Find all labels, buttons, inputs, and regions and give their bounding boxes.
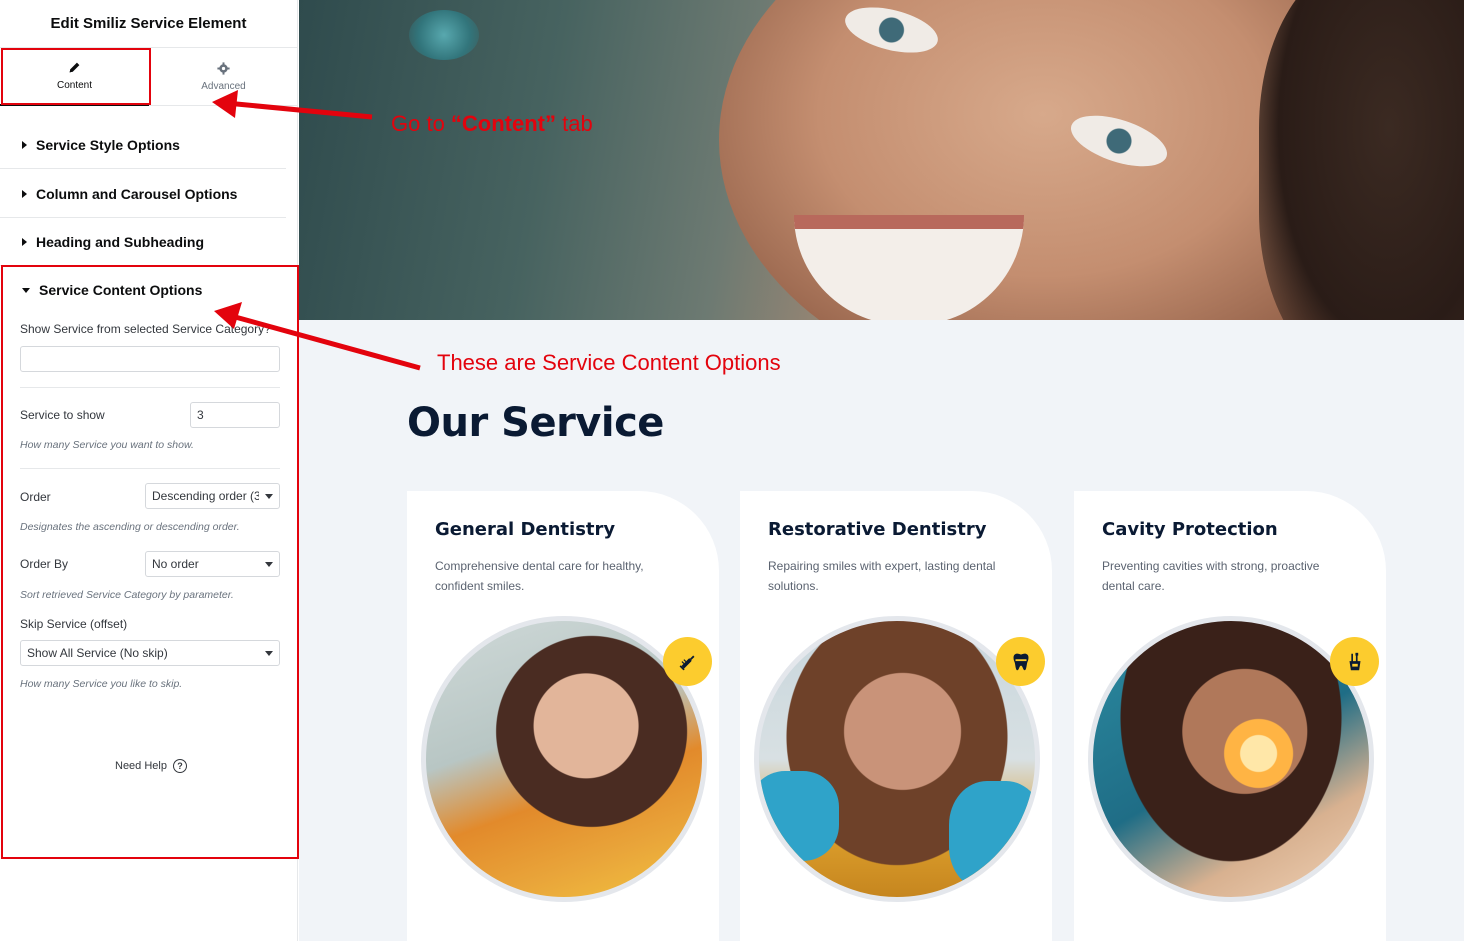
category-label: Show Service from selected Service Categ… <box>20 322 271 336</box>
section-service-content-options[interactable]: Service Content Options <box>0 266 286 314</box>
glove-left <box>759 771 839 861</box>
screen: Edit Smiliz Service Element Content Adva… <box>0 0 1464 941</box>
skip-label: Skip Service (offset) <box>20 617 128 631</box>
content-options-annotation: These are Service Content Options <box>437 350 781 375</box>
order-help: Designates the ascending or descending o… <box>20 521 240 533</box>
card-title: Cavity Protection <box>1102 519 1278 540</box>
category-input[interactable] <box>20 346 280 372</box>
editor-panel: Edit Smiliz Service Element Content Adva… <box>0 0 298 941</box>
section-label: Column and Carousel Options <box>36 185 238 202</box>
service-to-show-help: How many Service you want to show. <box>20 439 194 451</box>
section-label: Service Style Options <box>36 136 180 153</box>
section-service-style-options[interactable]: Service Style Options <box>0 121 286 169</box>
order-select[interactable]: Descending order (3 <box>145 483 280 509</box>
tab-annotation-bold: “Content” <box>450 111 557 136</box>
panel-header: Edit Smiliz Service Element <box>0 0 297 48</box>
order-by-select-value: No order <box>152 557 199 571</box>
hero-image <box>299 0 1464 320</box>
syringe-icon <box>679 655 694 670</box>
service-card[interactable]: Cavity Protection Preventing cavities wi… <box>1074 491 1386 941</box>
tab-content-label: Content <box>56 80 93 91</box>
order-select-value: Descending order (3 <box>152 489 259 503</box>
caret-right-icon <box>22 189 27 198</box>
chevron-down-icon <box>265 650 273 656</box>
toothbrush-cup-icon <box>1349 652 1360 670</box>
skip-help: How many Service you like to skip. <box>20 678 183 690</box>
syringe-badge[interactable] <box>663 637 712 686</box>
order-by-select[interactable]: No order <box>145 551 280 577</box>
tab-advanced-label: Advanced <box>201 81 246 92</box>
divider <box>20 387 280 388</box>
section-heading: Our Service <box>407 400 664 446</box>
card-description: Preventing cavities with strong, proacti… <box>1102 559 1320 593</box>
skip-select[interactable]: Show All Service (No skip) <box>20 640 280 666</box>
tab-annotation-suffix: tab <box>556 111 593 136</box>
tooth-icon <box>1013 653 1028 670</box>
section-heading-subheading[interactable]: Heading and Subheading <box>0 218 286 266</box>
tab-annotation: Go to “Content” tab <box>391 111 593 137</box>
card-title: General Dentistry <box>435 519 616 540</box>
panel-title: Edit Smiliz Service Element <box>50 15 247 32</box>
tooth-badge[interactable] <box>996 637 1045 686</box>
tab-annotation-prefix: Go to <box>391 111 451 136</box>
order-by-label: Order By <box>20 557 69 571</box>
hero-lamp <box>409 10 479 60</box>
card-description: Repairing smiles with expert, lasting de… <box>768 559 996 593</box>
divider <box>20 468 280 469</box>
order-by-help: Sort retrieved Service Category by param… <box>20 589 234 601</box>
hero-hair <box>1259 0 1464 320</box>
caret-right-icon <box>22 237 27 246</box>
caret-right-icon <box>22 140 27 149</box>
card-description: Comprehensive dental care for healthy, c… <box>435 559 644 593</box>
panel-tabs: Content Advanced <box>0 48 298 106</box>
section-label: Service Content Options <box>39 282 203 298</box>
chevron-down-icon <box>265 561 273 567</box>
need-help-link[interactable]: Need Help ? <box>115 759 187 773</box>
service-card[interactable]: General Dentistry Comprehensive dental c… <box>407 491 719 941</box>
card-title: Restorative Dentistry <box>768 519 987 540</box>
pencil-icon <box>69 62 80 73</box>
tab-content[interactable]: Content <box>0 48 149 106</box>
service-card[interactable]: Restorative Dentistry Repairing smiles w… <box>740 491 1052 941</box>
toothbrush-cup-badge[interactable] <box>1330 637 1379 686</box>
service-to-show-label: Service to show <box>20 408 105 422</box>
page-preview: Our Service General Dentistry Comprehens… <box>299 0 1464 941</box>
service-to-show-input[interactable] <box>190 402 280 428</box>
order-label: Order <box>20 490 51 504</box>
section-column-carousel-options[interactable]: Column and Carousel Options <box>0 170 286 218</box>
need-help-label: Need Help <box>115 760 167 772</box>
tab-advanced[interactable]: Advanced <box>149 48 298 106</box>
section-label: Heading and Subheading <box>36 233 205 250</box>
question-circle-icon: ? <box>172 759 187 773</box>
caret-down-icon <box>22 287 30 293</box>
gear-icon <box>217 62 230 75</box>
skip-select-value: Show All Service (No skip) <box>27 646 168 660</box>
chevron-down-icon <box>265 493 273 499</box>
glove-right <box>949 781 1035 891</box>
